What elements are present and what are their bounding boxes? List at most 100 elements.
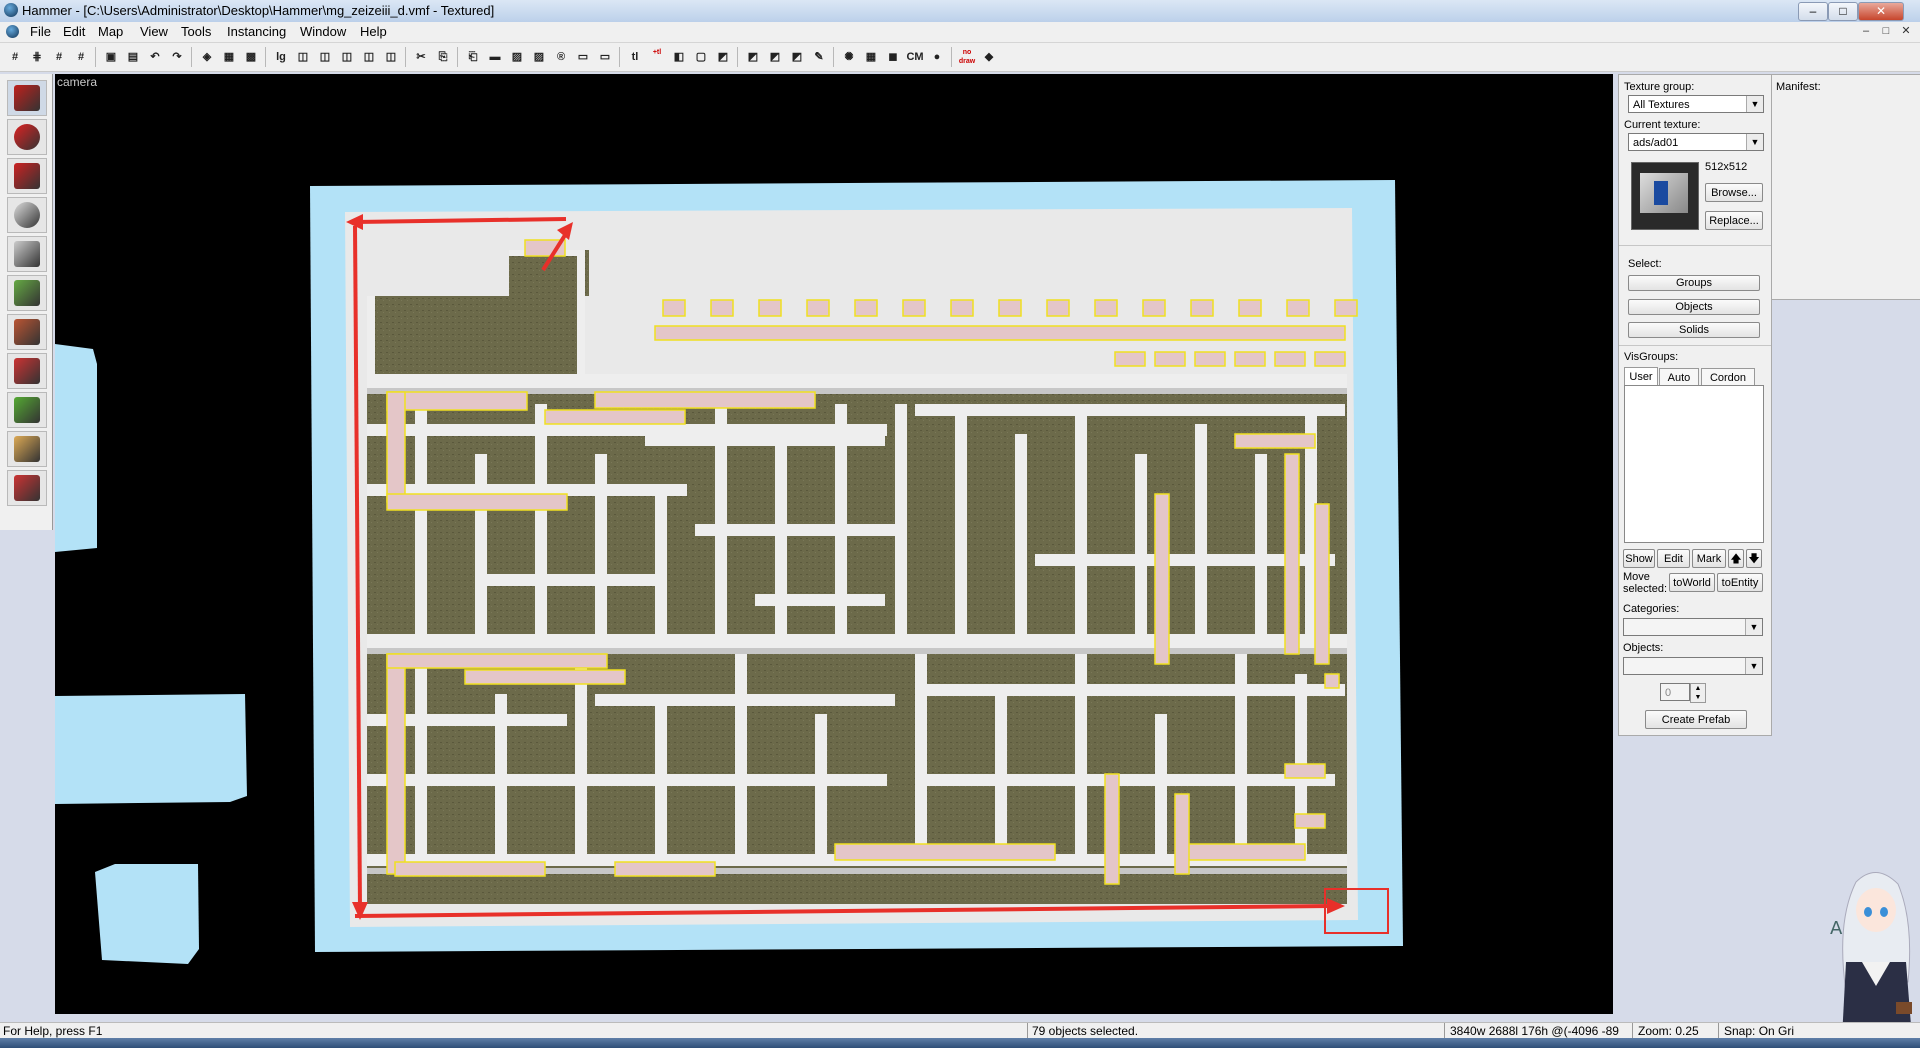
clipping-tool-button[interactable]	[7, 431, 47, 467]
toolbar-button-icon[interactable]: ◩	[788, 48, 806, 66]
current-texture-select[interactable]: ads/ad01 ▼	[1628, 133, 1764, 151]
toolbar-button-icon[interactable]: ●	[928, 48, 946, 66]
maximize-button[interactable]: □	[1828, 2, 1858, 21]
toolbar-button-icon[interactable]: ↷	[168, 48, 186, 66]
categories-select[interactable]: ▼	[1623, 618, 1763, 636]
mark-button[interactable]: Mark	[1692, 549, 1726, 568]
toolbar-button-icon[interactable]: ◆	[980, 48, 998, 66]
toolbar-button-icon[interactable]: ◫	[316, 48, 334, 66]
toolbar-button-icon[interactable]: ✺	[840, 48, 858, 66]
texture-group-select[interactable]: All Textures ▼	[1628, 95, 1764, 113]
mdi-restore-button[interactable]: □	[1878, 24, 1894, 39]
apply-texture-button[interactable]	[7, 314, 47, 350]
overlay-tool-button[interactable]	[7, 392, 47, 428]
selected-brush	[1284, 763, 1326, 779]
toolbar-button-icon[interactable]: ▢	[692, 48, 710, 66]
toolbar-button-icon[interactable]: ◫	[360, 48, 378, 66]
toolbar-button-icon[interactable]: ▨	[530, 48, 548, 66]
visgroups-list[interactable]	[1624, 385, 1764, 543]
menu-map[interactable]: Map	[98, 24, 123, 39]
camera-viewport[interactable]: camera	[55, 74, 1613, 1014]
select-groups-button[interactable]: Groups	[1628, 275, 1760, 291]
toolbar-button-icon[interactable]: no draw	[958, 48, 976, 66]
menu-file[interactable]: File	[30, 24, 51, 39]
toolbar-button-icon[interactable]: ▣	[102, 48, 120, 66]
selected-brush	[1104, 773, 1120, 885]
block-tool-button[interactable]	[7, 236, 47, 272]
edit-button[interactable]: Edit	[1657, 549, 1690, 568]
magnify-tool-button[interactable]	[7, 119, 47, 155]
menu-instancing[interactable]: Instancing	[227, 24, 286, 39]
toolbar-button-icon[interactable]: #	[50, 48, 68, 66]
move-up-button[interactable]: 🡅	[1728, 549, 1744, 568]
camera-tool-button[interactable]	[7, 158, 47, 194]
divider	[1619, 245, 1771, 246]
toolbar-button-icon[interactable]: ⎘	[434, 48, 452, 66]
tab-auto[interactable]: Auto	[1659, 368, 1699, 386]
tab-cordon[interactable]: Cordon	[1701, 368, 1755, 386]
minimize-button[interactable]: –	[1798, 2, 1828, 21]
objects-select[interactable]: ▼	[1623, 657, 1763, 675]
toolbar-button-icon[interactable]: ▦	[862, 48, 880, 66]
toolbar-button-icon[interactable]: ◩	[714, 48, 732, 66]
menu-edit[interactable]: Edit	[63, 24, 85, 39]
toolbar-button-icon[interactable]: ◈	[198, 48, 216, 66]
tab-user[interactable]: User	[1624, 367, 1658, 385]
menu-window[interactable]: Window	[300, 24, 346, 39]
toolbar-button-icon[interactable]: ⎗	[464, 48, 482, 66]
toolbar-button-icon[interactable]: tl	[626, 48, 644, 66]
title-bar: Hammer - [C:\Users\Administrator\Desktop…	[0, 0, 1920, 22]
toolbar-button-icon[interactable]: ▨	[508, 48, 526, 66]
menu-tools[interactable]: Tools	[181, 24, 211, 39]
toolbar-button-icon[interactable]: ◩	[744, 48, 762, 66]
toolbar-button-icon[interactable]: #	[6, 48, 24, 66]
replace-button[interactable]: Replace...	[1705, 211, 1763, 230]
decal-tool-button[interactable]	[7, 353, 47, 389]
create-prefab-button[interactable]: Create Prefab	[1645, 710, 1747, 729]
mdi-close-button[interactable]: ✕	[1898, 24, 1914, 39]
toolbar-button-icon[interactable]: ▦	[220, 48, 238, 66]
selected-brush	[854, 299, 878, 317]
toolbar-button-icon[interactable]: ◩	[766, 48, 784, 66]
toolbar-button-icon[interactable]: ▬	[486, 48, 504, 66]
menu-view[interactable]: View	[140, 24, 168, 39]
toolbar-button-icon[interactable]: ◧	[670, 48, 688, 66]
toolbar-button-icon[interactable]: CM	[906, 48, 924, 66]
mdi-minimize-button[interactable]: –	[1858, 24, 1874, 39]
toolbar-button-icon[interactable]: ◼	[884, 48, 902, 66]
toolbar-button-icon[interactable]: ↶	[146, 48, 164, 66]
toolbar-button-icon[interactable]: lg	[272, 48, 290, 66]
to-entity-button[interactable]: toEntity	[1717, 573, 1763, 592]
toolbar-button-icon[interactable]: ◫	[294, 48, 312, 66]
toolbar-button-icon[interactable]: ◫	[338, 48, 356, 66]
toolbar-button-icon[interactable]: ✎	[810, 48, 828, 66]
toolbar-button-icon[interactable]: ◫	[382, 48, 400, 66]
menu-help[interactable]: Help	[360, 24, 387, 39]
selection-tool-button[interactable]	[7, 80, 47, 116]
maze-wall	[995, 694, 1007, 854]
select-objects-button[interactable]: Objects	[1628, 299, 1760, 315]
vertex-tool-button[interactable]	[7, 470, 47, 506]
toolbar-button-icon[interactable]: ▩	[242, 48, 260, 66]
document-icon[interactable]	[6, 25, 19, 38]
toolbar-button-icon[interactable]: ▭	[596, 48, 614, 66]
entity-tool-button[interactable]	[7, 197, 47, 233]
show-button[interactable]: Show	[1623, 549, 1655, 568]
maze-wall	[577, 250, 585, 374]
move-down-button[interactable]: 🡇	[1746, 549, 1762, 568]
toolbar-button-icon[interactable]: ✂	[412, 48, 430, 66]
toolbar-button-icon[interactable]: ®	[552, 48, 570, 66]
browse-button[interactable]: Browse...	[1705, 183, 1763, 202]
toolbar-button-icon[interactable]: ▭	[574, 48, 592, 66]
toolbar-button-icon[interactable]: +tl	[648, 48, 666, 66]
texture-application-button[interactable]	[7, 275, 47, 311]
to-world-button[interactable]: toWorld	[1669, 573, 1715, 592]
close-button[interactable]: ✕	[1858, 2, 1904, 21]
select-solids-button[interactable]: Solids	[1628, 322, 1760, 338]
toolbar-button-icon[interactable]: #	[72, 48, 90, 66]
toolbar-button-icon[interactable]: ▤	[124, 48, 142, 66]
maze-wall	[915, 654, 927, 854]
toolbar-button-icon[interactable]: ⋕	[28, 48, 46, 66]
objects-spin-input[interactable]: 0	[1660, 683, 1690, 701]
spin-arrows[interactable]: ▲ ▼	[1690, 683, 1706, 703]
